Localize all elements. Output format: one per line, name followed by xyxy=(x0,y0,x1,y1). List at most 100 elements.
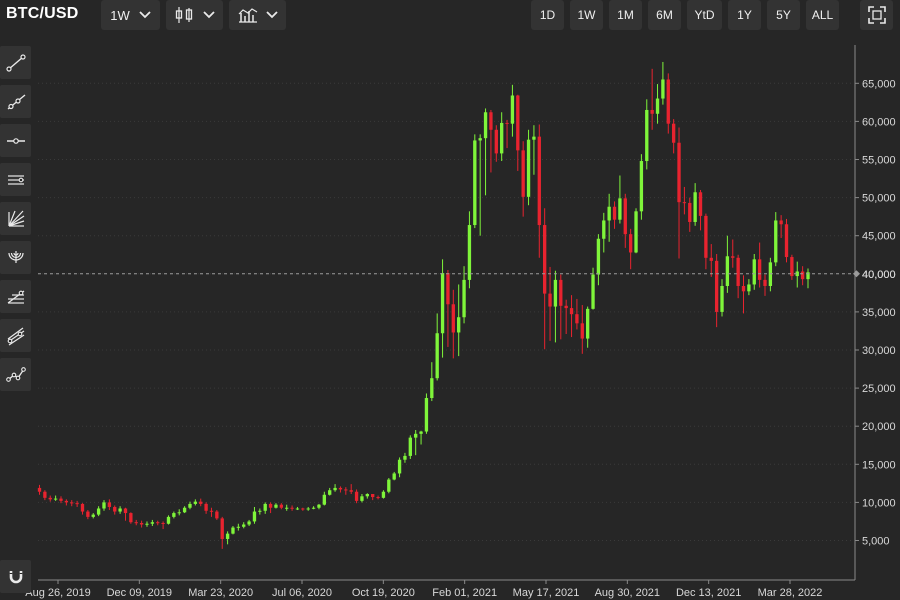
price-chart[interactable]: 5,000 10,000 15,000 20,000 25,000 30,000 35,00… xyxy=(0,0,900,600)
candle xyxy=(714,253,719,328)
candle-body xyxy=(48,497,52,500)
candle-body xyxy=(59,498,63,501)
x-tick-label: Aug 26, 2019 xyxy=(25,587,90,599)
parallel-channel-icon xyxy=(7,174,24,185)
candle-body xyxy=(252,511,257,522)
pitchfork-icon xyxy=(7,327,24,345)
candle xyxy=(671,119,676,154)
candle xyxy=(118,506,122,514)
candle xyxy=(188,501,192,510)
candle-body xyxy=(585,308,590,339)
candle-body xyxy=(790,257,794,277)
candle-body xyxy=(220,518,224,539)
candle-body xyxy=(655,98,660,114)
candle-body xyxy=(102,502,106,509)
candle-body xyxy=(242,524,246,527)
x-tick-label: Aug 30, 2021 xyxy=(595,587,660,599)
candle xyxy=(161,521,165,530)
candles xyxy=(37,61,810,549)
x-tick-label: Oct 19, 2020 xyxy=(352,587,415,599)
candle xyxy=(806,268,810,289)
candle xyxy=(139,520,144,528)
candle xyxy=(473,134,477,229)
candle-body xyxy=(661,79,665,99)
candle-body xyxy=(306,508,310,510)
candle xyxy=(301,507,305,511)
candle-body xyxy=(145,523,149,525)
candle-body xyxy=(64,500,69,503)
candle-body xyxy=(193,501,198,504)
candle-body xyxy=(612,206,617,220)
candle xyxy=(156,520,160,526)
fib-arcs-tool[interactable] xyxy=(0,241,31,274)
parallel-channel-tool[interactable] xyxy=(0,163,31,196)
candle-body xyxy=(53,498,58,500)
candle-body xyxy=(763,279,767,286)
candle-body xyxy=(209,510,214,512)
candle-body xyxy=(177,512,181,514)
candle xyxy=(424,393,429,434)
candle xyxy=(500,112,504,162)
x-tick-label: Feb 01, 2021 xyxy=(432,587,497,599)
candle xyxy=(704,213,708,270)
candle-body xyxy=(123,508,128,514)
candle xyxy=(645,99,649,170)
candle-body xyxy=(360,496,364,501)
candle-body xyxy=(575,314,579,324)
candle-body xyxy=(161,522,165,524)
y-tick-label: 65,000 xyxy=(862,78,896,90)
candle-body xyxy=(500,122,504,154)
candle xyxy=(553,270,558,343)
candle-body xyxy=(473,140,477,226)
trend-line-tool[interactable] xyxy=(0,46,31,79)
candle xyxy=(322,491,326,506)
ray-tool[interactable] xyxy=(0,85,31,118)
horizontal-line-tool[interactable] xyxy=(0,124,31,157)
candle-body xyxy=(548,293,552,307)
candle-body xyxy=(231,527,235,534)
polyline-tool[interactable] xyxy=(0,358,31,391)
candle xyxy=(731,239,735,268)
candle-body xyxy=(505,122,509,124)
candle xyxy=(494,125,498,162)
candle xyxy=(419,430,423,445)
candle-body xyxy=(397,459,402,474)
x-tick-label: Mar 23, 2020 xyxy=(188,587,253,599)
ray-icon xyxy=(7,93,25,110)
candle-body xyxy=(414,433,418,438)
candle-body xyxy=(784,224,789,258)
candle xyxy=(677,127,681,259)
candle xyxy=(747,279,751,296)
candle xyxy=(209,507,214,517)
candle-body xyxy=(682,202,687,204)
candle xyxy=(371,494,375,501)
candle-body xyxy=(279,504,284,508)
candle-body xyxy=(419,431,423,434)
y-tick-label: 20,000 xyxy=(862,421,896,433)
candle xyxy=(43,490,47,501)
candle xyxy=(338,486,343,493)
candle xyxy=(790,254,794,280)
candle xyxy=(763,274,767,296)
candle xyxy=(225,531,230,545)
candle xyxy=(521,141,525,217)
pitchfork-tool[interactable] xyxy=(0,319,31,352)
candle-body xyxy=(446,273,450,305)
fib-retracement-icon xyxy=(7,290,24,304)
candle xyxy=(37,484,42,495)
y-tick-label: 45,000 xyxy=(862,231,896,243)
candle xyxy=(457,284,461,357)
candle xyxy=(145,521,149,527)
candle xyxy=(365,493,369,499)
candle xyxy=(467,211,472,289)
candle-body xyxy=(322,494,326,505)
magnet-tool[interactable] xyxy=(0,560,31,593)
candle xyxy=(666,73,670,134)
fib-fan-tool[interactable] xyxy=(0,202,31,235)
candle-body xyxy=(328,490,332,495)
x-tick-label: May 17, 2021 xyxy=(513,587,580,599)
candle xyxy=(306,506,310,511)
candle xyxy=(129,512,133,524)
candle xyxy=(123,507,128,521)
fib-retracement-tool[interactable] xyxy=(0,280,31,313)
